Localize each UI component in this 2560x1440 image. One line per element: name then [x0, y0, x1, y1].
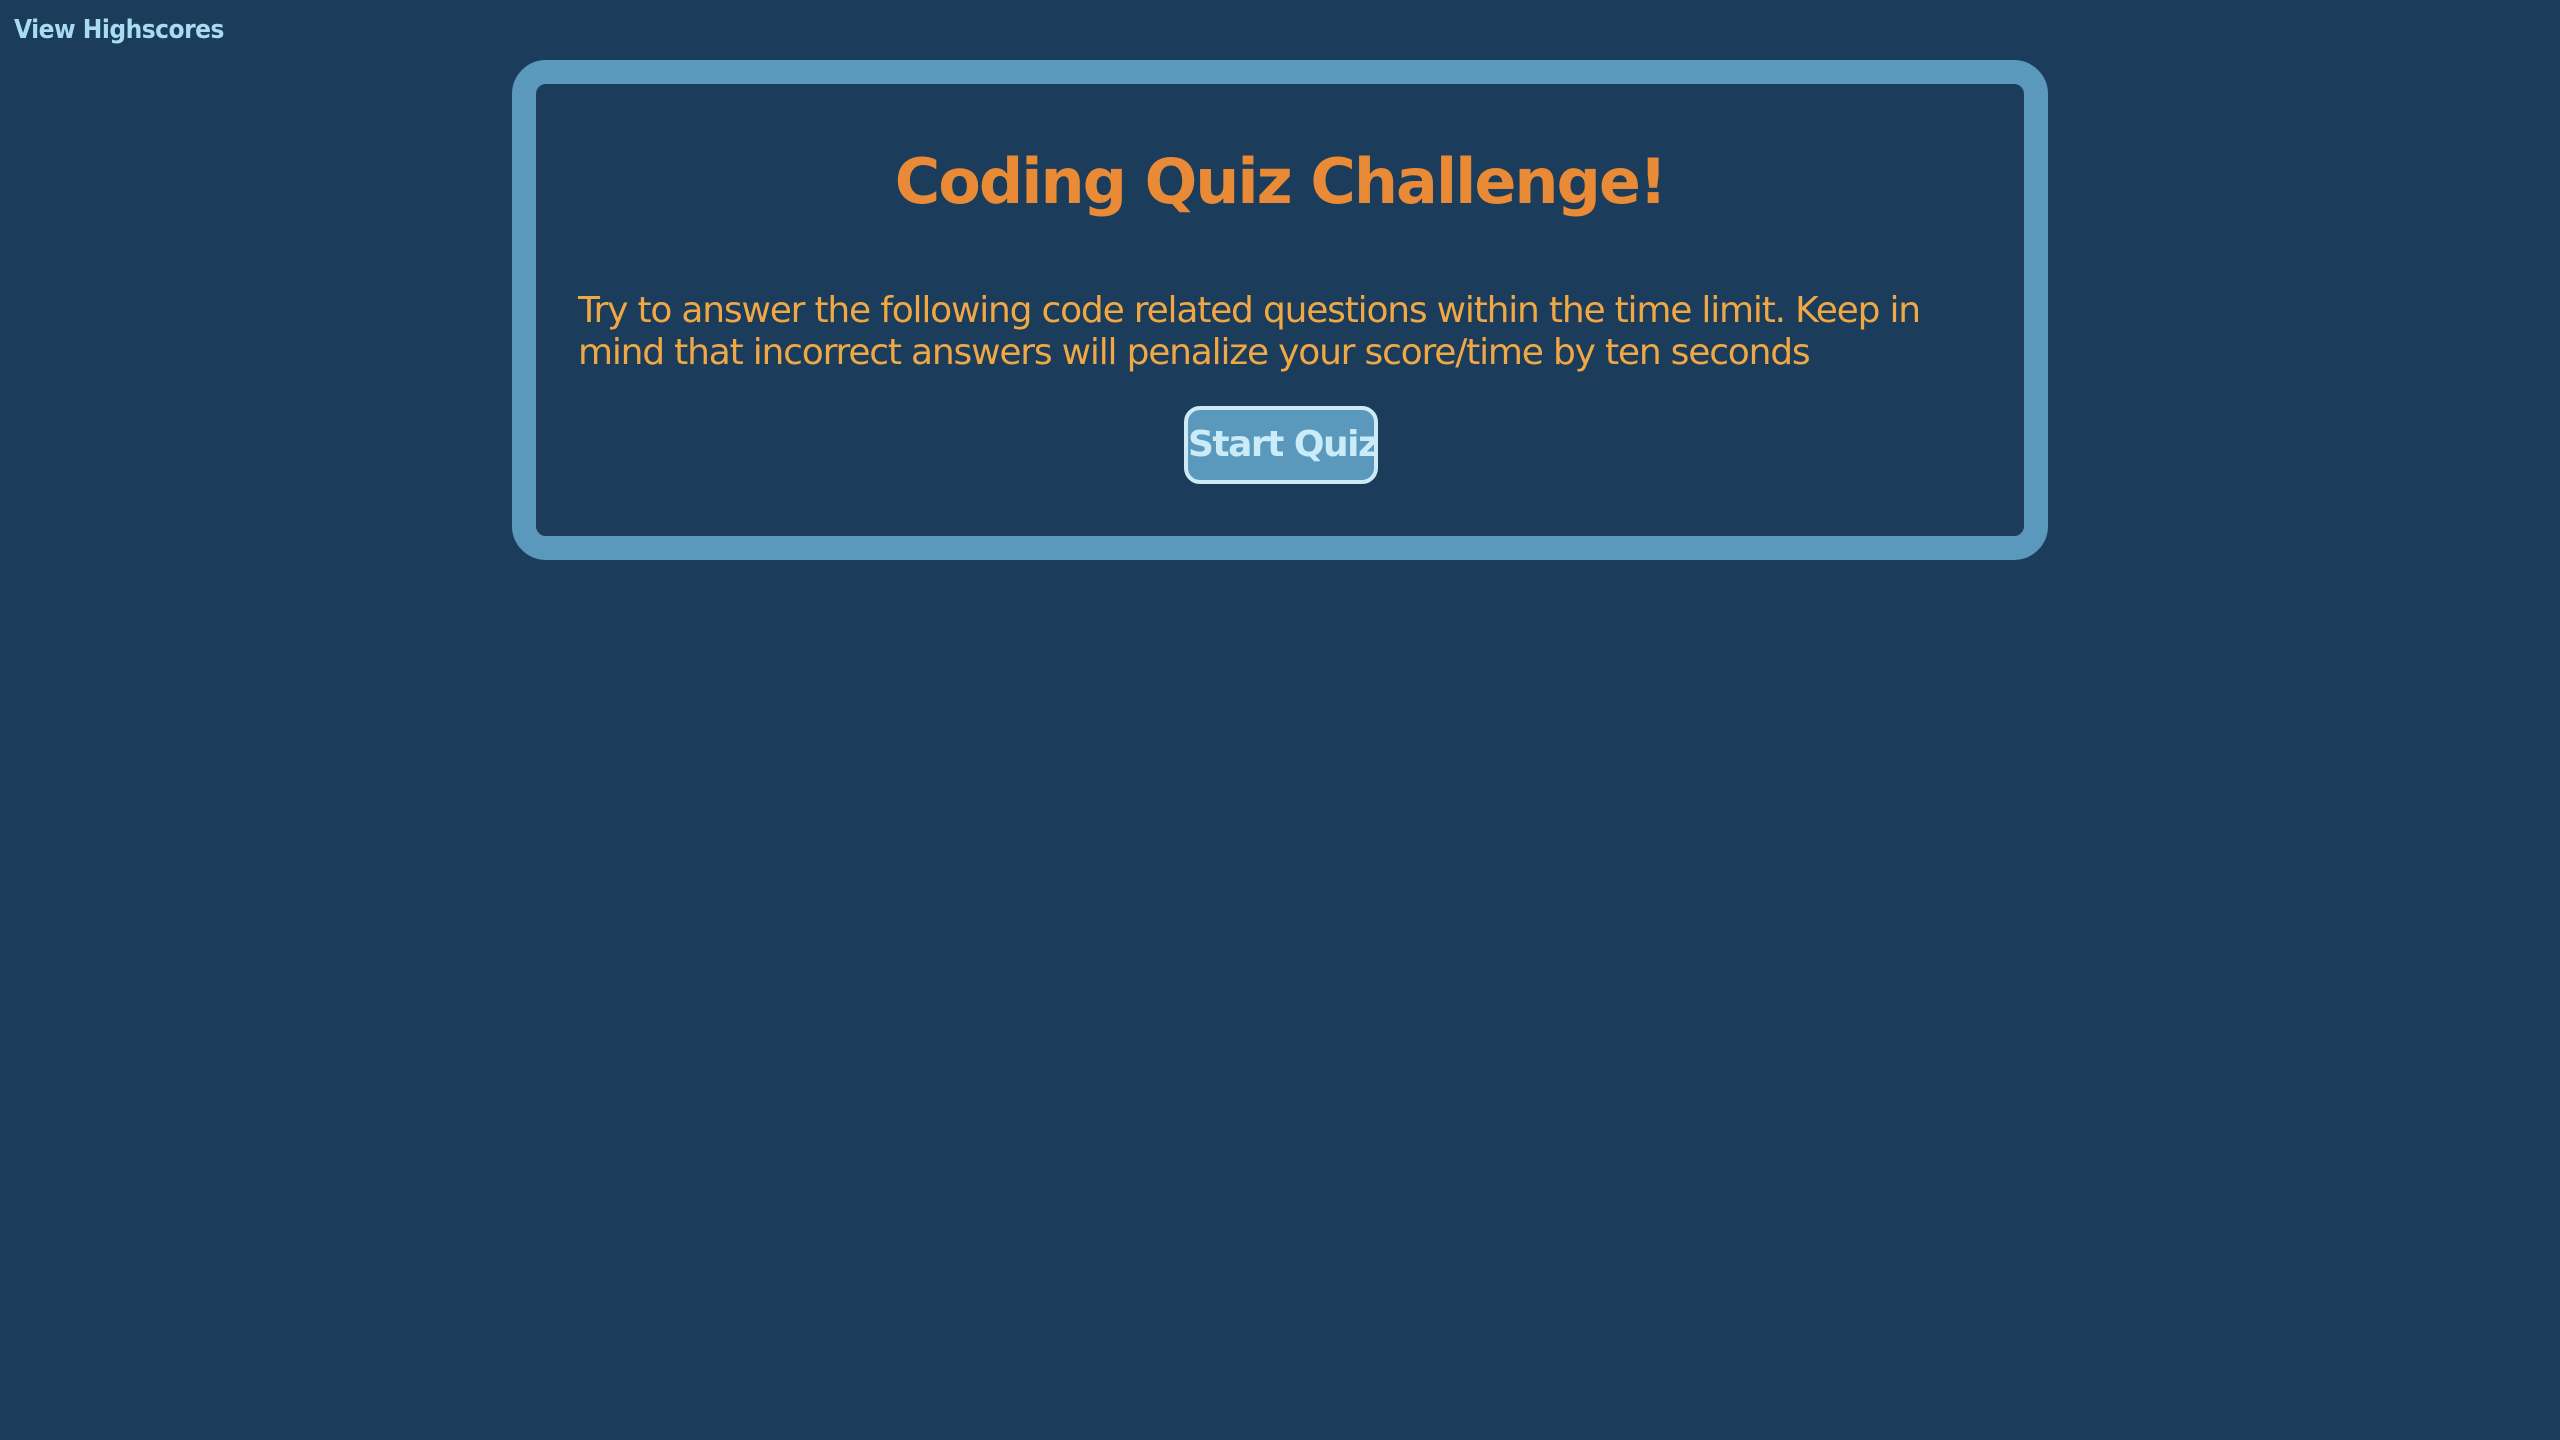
quiz-title: Coding Quiz Challenge!	[894, 145, 1667, 218]
quiz-card: Coding Quiz Challenge! Try to answer the…	[512, 60, 2048, 560]
quiz-description: Try to answer the following code related…	[578, 290, 1921, 373]
start-quiz-button[interactable]: Start Quiz	[1184, 406, 1379, 484]
page: View Highscores Coding Quiz Challenge! T…	[0, 0, 2560, 1440]
view-highscores-link[interactable]: View Highscores	[14, 10, 224, 50]
